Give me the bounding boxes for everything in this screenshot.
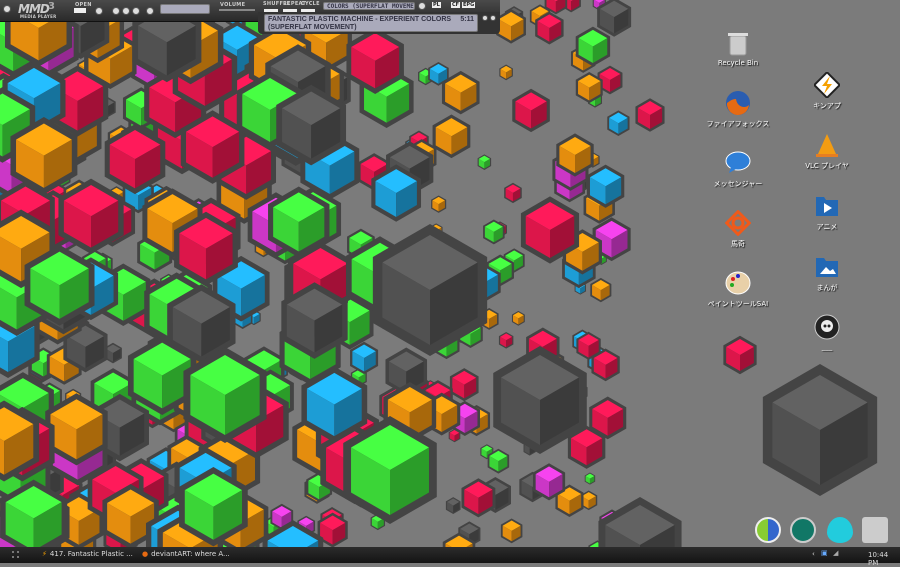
cube bbox=[433, 114, 471, 158]
title-display: COLORS (SUPERFLAT MOVEMENT) 5:11 bbox=[323, 2, 415, 10]
task-label: deviantART: where A... bbox=[151, 550, 230, 558]
icon-label: ___ bbox=[822, 343, 833, 351]
menu-button[interactable] bbox=[3, 5, 11, 13]
cube bbox=[607, 110, 629, 136]
cycle-label: CYCLE bbox=[301, 1, 320, 7]
cube bbox=[501, 518, 523, 543]
cube bbox=[585, 473, 595, 485]
cube bbox=[499, 332, 513, 349]
cube bbox=[446, 497, 461, 514]
tray-arrow-icon[interactable]: ‹ bbox=[812, 550, 815, 558]
skull-icon bbox=[814, 314, 840, 340]
cube bbox=[504, 183, 522, 203]
palette-icon bbox=[725, 270, 751, 296]
icon-label: メッセンジャー bbox=[714, 180, 763, 188]
winamp-icon bbox=[814, 72, 840, 98]
open-button[interactable] bbox=[74, 8, 86, 13]
firefox-icon bbox=[725, 90, 751, 116]
desktop-icon-knot[interactable]: 馬奇 bbox=[703, 210, 773, 249]
icon-label: アニメ bbox=[817, 223, 838, 231]
cube bbox=[598, 497, 681, 547]
desktop-icon-recycle-bin[interactable]: Recycle Bin bbox=[703, 30, 773, 67]
cf-button[interactable]: CF bbox=[451, 2, 460, 8]
icon-label: ペイントツールSAI bbox=[708, 300, 768, 308]
desktop-icon-messenger[interactable]: メッセンジャー bbox=[703, 150, 773, 189]
player-subtitle: MEDIA PLAYER bbox=[20, 14, 57, 19]
task-label: 417. Fantastic Plastic ... bbox=[50, 550, 133, 558]
pause-button[interactable] bbox=[122, 7, 130, 15]
cube bbox=[597, 0, 631, 37]
icon-label: Recycle Bin bbox=[718, 59, 758, 67]
dock-radioactive-folder-icon[interactable] bbox=[862, 517, 888, 543]
vlc-icon bbox=[814, 132, 840, 158]
time-display bbox=[160, 4, 210, 14]
clock[interactable]: 10:44 PM bbox=[868, 551, 900, 567]
desktop-icon-manga-folder[interactable]: まんが bbox=[792, 254, 862, 293]
close-button[interactable] bbox=[490, 15, 496, 21]
media-player-bar: MMD MEDIA PLAYER 3 OPEN VOLUME SHUFFLE R… bbox=[0, 0, 500, 22]
cube bbox=[512, 89, 550, 132]
taskbar-item-firefox[interactable]: ●deviantART: where A... bbox=[142, 550, 230, 558]
firefox-icon: ● bbox=[142, 550, 148, 558]
icon-label: VLC プレイヤ bbox=[805, 162, 849, 170]
volume-label: VOLUME bbox=[220, 2, 245, 8]
cube bbox=[431, 195, 446, 212]
minimize-button[interactable] bbox=[482, 15, 488, 21]
desktop-icon-vlc[interactable]: VLC プレイヤ bbox=[792, 132, 862, 171]
network-icon[interactable]: ▣ bbox=[821, 549, 828, 557]
winamp-icon: ⚡ bbox=[42, 550, 47, 558]
track-title: FANTASTIC PLASTIC MACHINE - EXPERIENT CO… bbox=[268, 16, 451, 31]
icon-label: キンアプ bbox=[813, 102, 841, 110]
messenger-icon bbox=[725, 150, 751, 176]
video-folder-icon bbox=[814, 193, 840, 219]
epg-button[interactable]: EPG bbox=[462, 2, 475, 8]
volume-slider[interactable] bbox=[219, 9, 255, 11]
track-display: FANTASTIC PLASTIC MACHINE - EXPERIENT CO… bbox=[264, 14, 478, 32]
dock-globe-icon[interactable] bbox=[755, 517, 781, 543]
taskbar-item-winamp[interactable]: ⚡417. Fantastic Plastic ... bbox=[42, 550, 133, 558]
picture-folder-icon bbox=[814, 254, 840, 280]
cube bbox=[512, 311, 525, 326]
track-time: 5:11 bbox=[460, 16, 474, 24]
cube bbox=[723, 336, 756, 374]
cube bbox=[478, 154, 492, 170]
cube bbox=[763, 364, 877, 496]
icon-label: 馬奇 bbox=[731, 240, 745, 248]
recycle-bin-icon bbox=[725, 30, 751, 56]
eject-button[interactable] bbox=[146, 7, 154, 15]
cube bbox=[450, 368, 479, 401]
desktop-icon-firefox[interactable]: ファイアフォックス bbox=[703, 90, 773, 129]
prev-button[interactable] bbox=[112, 7, 120, 15]
desktop-icon-anime-folder[interactable]: アニメ bbox=[792, 193, 862, 232]
taskbar: ⚡417. Fantastic Plastic ... ●deviantART:… bbox=[0, 547, 900, 563]
next-button[interactable] bbox=[132, 7, 140, 15]
desktop-icon-winamp[interactable]: キンアプ bbox=[792, 72, 862, 111]
dock-time-machine-icon[interactable] bbox=[790, 517, 816, 543]
pl-button[interactable]: PL bbox=[432, 2, 441, 8]
display-toggle-button[interactable] bbox=[418, 2, 426, 10]
cube bbox=[499, 65, 513, 81]
desktop-icon-skull[interactable]: ___ bbox=[792, 314, 862, 351]
stop-button[interactable] bbox=[95, 7, 103, 15]
knot-icon bbox=[725, 210, 751, 236]
start-button[interactable] bbox=[12, 551, 19, 558]
cube bbox=[635, 98, 664, 132]
dock-water-drop-icon[interactable] bbox=[827, 517, 853, 543]
cube bbox=[590, 278, 611, 302]
icon-label: ファイアフォックス bbox=[707, 120, 770, 128]
player-badge: 3 bbox=[48, 1, 55, 12]
icon-label: まんが bbox=[817, 284, 838, 292]
desktop-icon-paint-tool-sai[interactable]: ペイントツールSAI bbox=[703, 270, 773, 309]
volume-icon[interactable]: ◢ bbox=[833, 549, 838, 557]
